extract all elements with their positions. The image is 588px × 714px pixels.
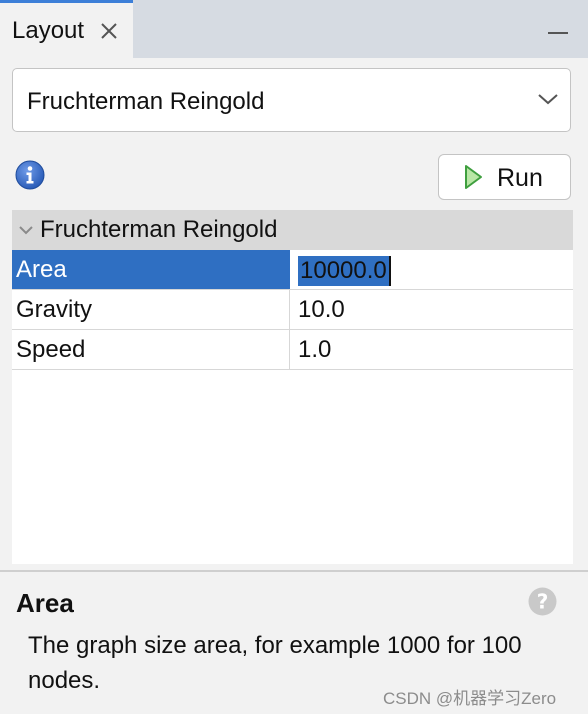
splitter[interactable] <box>0 570 588 572</box>
chevron-down-icon[interactable] <box>18 224 34 236</box>
property-value[interactable]: 10.0 <box>298 296 345 324</box>
property-value-cell[interactable]: 1.0 <box>290 330 573 369</box>
property-name: Speed <box>16 336 86 363</box>
property-row-gravity[interactable]: Gravity 10.0 <box>12 290 573 330</box>
property-name: Area <box>16 256 67 283</box>
run-label: Run <box>497 164 543 192</box>
property-row-speed[interactable]: Speed 1.0 <box>12 330 573 370</box>
description-title: Area <box>16 588 74 618</box>
watermark: CSDN @机器学习Zero <box>383 689 557 708</box>
tab-label: Layout <box>12 17 85 44</box>
help-icon[interactable]: ? <box>527 586 558 617</box>
chevron-down-icon <box>538 94 558 105</box>
property-name-cell[interactable]: Area <box>12 250 290 289</box>
property-sheet: Fruchterman Reingold Area 10000.0 Gravit… <box>12 210 573 564</box>
selected-layout: Fruchterman Reingold <box>27 88 265 115</box>
property-row-area[interactable]: Area 10000.0 <box>12 250 573 290</box>
play-icon <box>465 165 482 189</box>
property-value-cell[interactable]: 10.0 <box>290 290 573 329</box>
property-group-header[interactable]: Fruchterman Reingold <box>12 210 573 250</box>
property-group-label: Fruchterman Reingold <box>40 216 278 243</box>
layout-algorithm-select[interactable]: Fruchterman Reingold <box>12 68 571 132</box>
text-caret <box>389 256 391 286</box>
property-name: Gravity <box>16 296 93 323</box>
close-icon[interactable] <box>99 21 119 41</box>
run-button[interactable]: Run <box>438 154 571 200</box>
area-value-input[interactable]: 10000.0 <box>298 256 389 286</box>
property-value[interactable]: 1.0 <box>298 336 331 364</box>
svg-text:?: ? <box>537 590 549 614</box>
property-name-cell[interactable]: Speed <box>12 330 290 369</box>
info-icon[interactable] <box>15 160 45 190</box>
property-name-cell[interactable]: Gravity <box>12 290 290 329</box>
tab-layout[interactable]: Layout <box>0 0 133 58</box>
property-value-cell[interactable]: 10000.0 <box>290 250 573 289</box>
minimize-icon[interactable] <box>548 32 568 34</box>
